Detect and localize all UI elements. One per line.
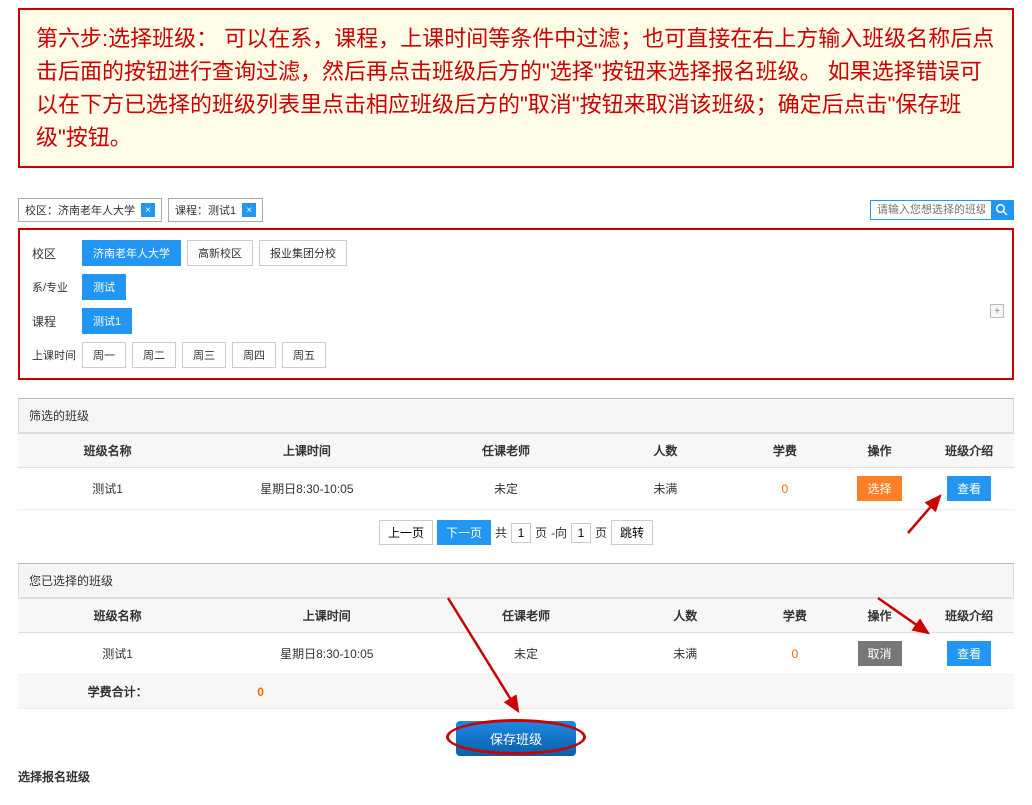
- jump-button[interactable]: 跳转: [611, 520, 653, 545]
- search-icon: [996, 204, 1008, 216]
- table-row: 测试1 星期日8:30-10:05 未定 未满 0 选择 查看: [18, 468, 1014, 510]
- selected-section: 您已选择的班级 班级名称 上课时间 任课老师 人数 学费 操作 班级介绍 测试1…: [18, 563, 1014, 709]
- save-class-button[interactable]: 保存班级: [456, 721, 576, 756]
- save-button-wrap: 保存班级: [18, 721, 1014, 756]
- pager-text: 页: [595, 524, 607, 541]
- filter-option-time[interactable]: 周二: [132, 342, 176, 368]
- pager-text: 页: [535, 524, 547, 541]
- table-header-row: 班级名称 上课时间 任课老师 人数 学费 操作 班级介绍: [18, 434, 1014, 468]
- selected-table: 班级名称 上课时间 任课老师 人数 学费 操作 班级介绍 测试1 星期日8:30…: [18, 598, 1014, 709]
- view-button[interactable]: 查看: [947, 476, 991, 501]
- cell-teacher: 未定: [436, 633, 615, 675]
- selected-section-title: 您已选择的班级: [18, 563, 1014, 598]
- table-row: 测试1 星期日8:30-10:05 未定 未满 0 取消 查看: [18, 633, 1014, 675]
- filter-tag-text: 课程：测试1: [175, 202, 236, 218]
- expand-button[interactable]: +: [990, 304, 1004, 318]
- th-name: 班级名称: [18, 599, 217, 633]
- active-filter-tags: 校区：济南老年人大学 × 课程：测试1 ×: [18, 198, 263, 222]
- instruction-box: 第六步:选择班级： 可以在系，课程，上课时间等条件中过滤；也可直接在右上方输入班…: [18, 8, 1014, 168]
- view-button[interactable]: 查看: [947, 641, 991, 666]
- filter-option-campus[interactable]: 高新校区: [187, 240, 253, 266]
- filter-option-campus[interactable]: 报业集团分校: [259, 240, 347, 266]
- filter-tag-text: 校区：济南老年人大学: [25, 202, 135, 218]
- filter-campus-row: 校区 济南老年人大学 高新校区 报业集团分校: [32, 240, 1000, 266]
- pagination: 上一页 下一页 共 页 -向 页 跳转: [18, 520, 1014, 545]
- filter-option-time[interactable]: 周三: [182, 342, 226, 368]
- th-fee: 学费: [735, 434, 835, 468]
- filter-panel: 校区 济南老年人大学 高新校区 报业集团分校 系/专业 测试 课程 测试1 上课…: [18, 228, 1014, 380]
- sum-value: 0: [217, 675, 436, 709]
- footer-label: 选择报名班级: [18, 768, 1014, 785]
- filter-option-course[interactable]: 测试1: [82, 308, 132, 334]
- filter-label: 上课时间: [32, 347, 82, 363]
- cell-fee: 0: [735, 468, 835, 510]
- table-header-row: 班级名称 上课时间 任课老师 人数 学费 操作 班级介绍: [18, 599, 1014, 633]
- search-box: [870, 200, 1014, 220]
- pager-text: -向: [551, 524, 567, 541]
- filtered-table-wrap: 班级名称 上课时间 任课老师 人数 学费 操作 班级介绍 测试1 星期日8:30…: [18, 433, 1014, 510]
- sum-row: 学费合计： 0: [18, 675, 1014, 709]
- prev-page-button[interactable]: 上一页: [379, 520, 433, 545]
- th-time: 上课时间: [217, 599, 436, 633]
- cell-name: 测试1: [18, 468, 197, 510]
- th-op: 操作: [835, 599, 925, 633]
- filter-option-dept[interactable]: 测试: [82, 274, 126, 300]
- filter-option-time[interactable]: 周一: [82, 342, 126, 368]
- th-count: 人数: [596, 434, 735, 468]
- close-icon[interactable]: ×: [242, 203, 256, 217]
- filter-option-campus[interactable]: 济南老年人大学: [82, 240, 181, 266]
- filter-label: 系/专业: [32, 279, 82, 295]
- select-button[interactable]: 选择: [857, 476, 901, 501]
- filter-time-row: 上课时间 周一 周二 周三 周四 周五: [32, 342, 1000, 368]
- filter-option-time[interactable]: 周四: [232, 342, 276, 368]
- cell-time: 星期日8:30-10:05: [197, 468, 416, 510]
- filtered-section-title: 筛选的班级: [18, 398, 1014, 433]
- filter-course-row: 课程 测试1: [32, 308, 1000, 334]
- search-button[interactable]: [991, 201, 1013, 219]
- filter-dept-row: 系/专业 测试: [32, 274, 1000, 300]
- cell-time: 星期日8:30-10:05: [217, 633, 436, 675]
- cell-name: 测试1: [18, 633, 217, 675]
- th-op: 操作: [835, 434, 925, 468]
- filter-tag-campus: 校区：济南老年人大学 ×: [18, 198, 162, 222]
- th-teacher: 任课老师: [416, 434, 595, 468]
- cell-count: 未满: [596, 468, 735, 510]
- filtered-table: 班级名称 上课时间 任课老师 人数 学费 操作 班级介绍 测试1 星期日8:30…: [18, 433, 1014, 510]
- close-icon[interactable]: ×: [141, 203, 155, 217]
- th-name: 班级名称: [18, 434, 197, 468]
- cancel-button[interactable]: 取消: [858, 641, 902, 666]
- filter-label: 校区: [32, 245, 82, 262]
- current-page-input[interactable]: [571, 523, 591, 543]
- total-pages-input[interactable]: [511, 523, 531, 543]
- filter-tag-course: 课程：测试1 ×: [168, 198, 263, 222]
- th-fee: 学费: [755, 599, 835, 633]
- th-count: 人数: [616, 599, 755, 633]
- cell-count: 未满: [616, 633, 755, 675]
- th-time: 上课时间: [197, 434, 416, 468]
- filter-label: 课程: [32, 313, 82, 330]
- filter-tags-row: 校区：济南老年人大学 × 课程：测试1 ×: [18, 198, 1014, 222]
- cell-teacher: 未定: [416, 468, 595, 510]
- filter-option-time[interactable]: 周五: [282, 342, 326, 368]
- search-input[interactable]: [871, 201, 991, 219]
- cell-fee: 0: [755, 633, 835, 675]
- th-teacher: 任课老师: [436, 599, 615, 633]
- sum-label: 学费合计：: [18, 675, 217, 709]
- pager-text: 共: [495, 524, 507, 541]
- next-page-button[interactable]: 下一页: [437, 520, 491, 545]
- th-intro: 班级介绍: [924, 599, 1014, 633]
- th-intro: 班级介绍: [924, 434, 1014, 468]
